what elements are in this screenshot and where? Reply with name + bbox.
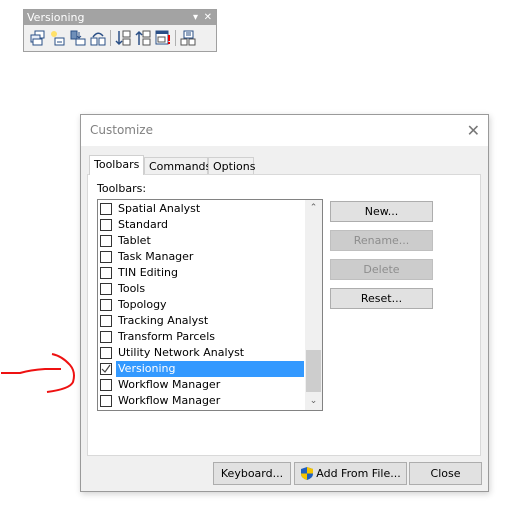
toolbar-list-item-label: Tablet [118,234,151,247]
tab-options[interactable]: Options [208,157,255,174]
toolbar-list-item-label: Workflow Manager (Administrator) [118,394,221,407]
toolbar-list-item[interactable]: Tools [100,281,304,297]
keyboard-button[interactable]: Keyboard... [213,462,291,485]
refresh-icon[interactable] [88,28,108,48]
list-scrollbar[interactable]: ⌃ ⌄ [305,200,322,410]
toolbar-separator [175,30,176,46]
checkbox[interactable] [100,283,112,295]
toolbar-list-item-label: Versioning [116,361,304,377]
toolbar-list-item[interactable]: Topology [100,297,304,313]
rename-toolbar-button[interactable]: Rename... [330,230,433,251]
tab-commands[interactable]: Commands [144,157,211,174]
toolbar-list-item-label: Tools [118,282,146,295]
close-button[interactable]: Close [409,462,482,485]
checkbox[interactable] [100,347,112,359]
scroll-up-icon[interactable]: ⌃ [305,200,322,217]
toolbar-list-item[interactable]: Workflow Manager (Administrator) [100,393,304,409]
conflicts-icon[interactable] [153,28,173,48]
annotation-arrow [1,353,75,393]
version-changes-icon[interactable] [178,28,198,48]
add-from-file-label: Add From File... [316,467,401,480]
toolbar-list-item-label: Utility Network Analyst [118,346,245,359]
toolbars-panel: Toolbars: Workflow Manager (Administrato… [87,174,481,456]
toolbar-close-icon[interactable]: ✕ [204,10,212,25]
toolbar-dropdown-icon[interactable]: ▾ [193,10,198,25]
toolbar-list-item[interactable]: Transform Parcels [100,329,304,345]
dialog-title-bar[interactable]: Customize ✕ [81,115,488,146]
toolbar-list-item[interactable]: Standard [100,217,304,233]
change-version-icon[interactable] [68,28,88,48]
toolbar-list-item[interactable]: Tablet [100,233,304,249]
toolbars-list-label: Toolbars: [97,182,147,195]
checkbox[interactable] [100,203,112,215]
versioning-toolbar: Versioning ▾ ✕ [23,9,217,52]
toolbar-list-item-label: Tracking Analyst [118,314,209,327]
toolbar-list-item-label: Transform Parcels [118,330,215,343]
checkbox[interactable] [100,219,112,231]
checkbox[interactable] [100,331,112,343]
customize-dialog: Customize ✕ Toolbars Commands Options To… [80,114,489,492]
toolbar-list-item[interactable]: Workflow Manager [100,377,304,393]
checkbox[interactable] [100,251,112,263]
toolbar-list-item[interactable]: Spatial Analyst [100,201,304,217]
create-new-version-icon[interactable] [48,28,68,48]
toolbar-list-item-label: Task Manager [118,250,194,263]
toolbar-list-item[interactable]: Versioning [100,361,304,377]
reconcile-icon[interactable] [113,28,133,48]
toolbar-title: Versioning [27,11,85,24]
keyboard-button-label: Keyboard... [220,467,284,480]
toolbar-title-bar[interactable]: Versioning ▾ ✕ [24,10,216,25]
checkbox-checked[interactable] [100,363,112,375]
scroll-down-icon[interactable]: ⌄ [305,393,322,410]
checkbox[interactable] [100,379,112,391]
toolbar-list-item-label: Spatial Analyst [118,202,201,215]
new-toolbar-button[interactable]: New... [330,201,433,222]
checkbox[interactable] [100,395,112,407]
toolbar-list-item[interactable]: Utility Network Analyst [100,345,304,361]
dialog-title: Customize [90,123,153,137]
dialog-close-icon[interactable]: ✕ [467,121,480,140]
checkbox[interactable] [100,315,112,327]
toolbar-list-item-label: Topology [118,298,167,311]
scroll-thumb[interactable] [306,350,321,392]
toolbar-list-item-label: Standard [118,218,169,231]
close-button-label: Close [430,467,461,480]
toolbar-list-item[interactable]: Task Manager [100,249,304,265]
checkbox[interactable] [100,267,112,279]
delete-toolbar-button[interactable]: Delete [330,259,433,280]
toolbar-list-item[interactable]: TIN Editing [100,265,304,281]
checkbox[interactable] [100,235,112,247]
manage-versions-icon[interactable] [28,28,48,48]
reset-toolbar-button[interactable]: Reset... [330,288,433,309]
toolbars-list[interactable]: Workflow Manager (Administrator) Workflow… [97,199,323,411]
post-icon[interactable] [133,28,153,48]
checkmark-icon [101,364,111,373]
uac-shield-icon [301,467,314,480]
add-from-file-button[interactable]: Add From File... [294,462,407,485]
toolbar-list-item-label: Workflow Manager [118,378,221,391]
toolbar-list-item-label: TIN Editing [118,266,179,279]
checkbox[interactable] [100,299,112,311]
tab-toolbars[interactable]: Toolbars [89,155,144,175]
toolbar-list-item[interactable]: Tracking Analyst [100,313,304,329]
toolbar-separator [110,30,111,46]
